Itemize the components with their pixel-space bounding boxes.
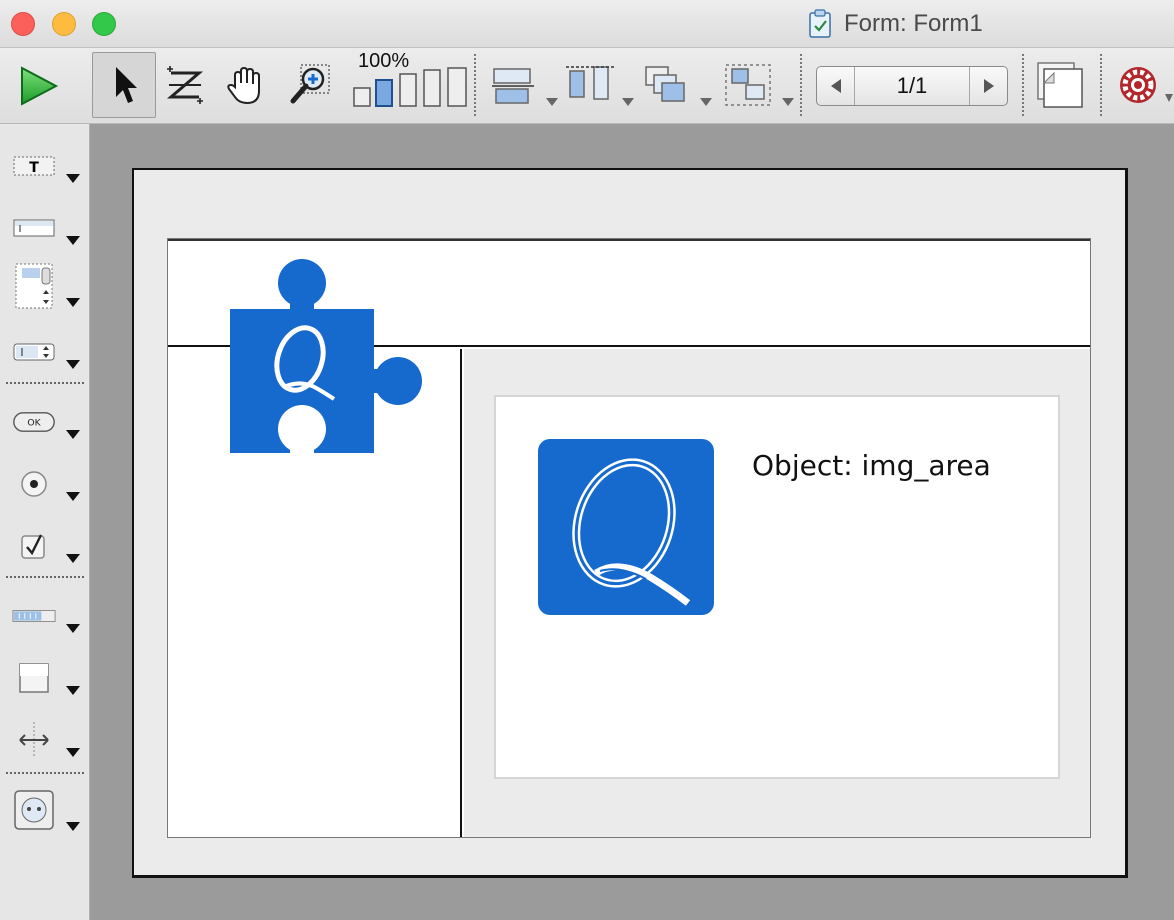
entry-order-icon bbox=[166, 66, 204, 104]
form-right-pane[interactable]: Object: img_area bbox=[464, 349, 1090, 837]
list-box-icon bbox=[15, 263, 53, 309]
layer-order-button[interactable] bbox=[638, 56, 694, 114]
checkbox-icon bbox=[21, 534, 45, 559]
button-tool[interactable]: OK bbox=[8, 390, 84, 446]
rectangle-icon bbox=[19, 663, 49, 693]
web-area-tool[interactable] bbox=[8, 782, 84, 838]
puzzle-logo-icon[interactable] bbox=[230, 259, 426, 453]
stepper-icon bbox=[13, 343, 55, 361]
text-icon: T bbox=[13, 156, 55, 176]
hand-scroll-button[interactable] bbox=[220, 56, 270, 114]
select-tool-button[interactable] bbox=[92, 52, 156, 118]
window-title-text: Form: Form1 bbox=[844, 10, 983, 37]
group-button[interactable] bbox=[718, 56, 778, 114]
q-logo-tile bbox=[538, 439, 714, 615]
form-editor-toolbar: 100% 1/1 bbox=[0, 48, 1174, 124]
pages-button[interactable] bbox=[1032, 56, 1088, 114]
form-layout-area: Object: img_area bbox=[167, 238, 1091, 838]
window-title-bar: Form: Form1 bbox=[0, 0, 1174, 48]
zoom-magnifier-icon bbox=[290, 64, 330, 104]
window-title: Form: Form1 bbox=[808, 8, 983, 40]
run-form-button[interactable] bbox=[8, 56, 68, 116]
progress-bar-tool[interactable] bbox=[8, 584, 84, 640]
pages-icon bbox=[1037, 62, 1083, 108]
img-area-object[interactable]: Object: img_area bbox=[494, 395, 1060, 779]
next-page-icon bbox=[983, 79, 994, 93]
stepper-tool[interactable] bbox=[8, 320, 84, 376]
button-icon: OK bbox=[13, 412, 55, 432]
input-field-icon bbox=[13, 219, 55, 237]
q-logo-icon bbox=[572, 458, 691, 606]
radio-button-tool[interactable] bbox=[8, 452, 84, 508]
previous-page-button[interactable] bbox=[817, 67, 855, 105]
minimize-window-button[interactable] bbox=[52, 12, 76, 36]
align-icon bbox=[492, 68, 534, 104]
input-field-tool[interactable] bbox=[8, 196, 84, 252]
list-box-tool[interactable] bbox=[8, 258, 84, 314]
zoom-level-selector[interactable] bbox=[352, 66, 470, 110]
web-area-icon bbox=[14, 790, 54, 830]
distribute-icon bbox=[566, 66, 614, 100]
form-page: Object: img_area bbox=[132, 168, 1128, 878]
zoom-level-bars-icon bbox=[353, 67, 467, 107]
object-name-label: Object: img_area bbox=[752, 449, 991, 482]
zoom-window-button[interactable] bbox=[92, 12, 116, 36]
settings-button[interactable] bbox=[1112, 58, 1164, 112]
object-library-sidebar: T OK bbox=[0, 124, 90, 920]
zoom-tool-button[interactable] bbox=[284, 56, 334, 114]
page-navigator: 1/1 bbox=[816, 66, 1008, 106]
distribute-button[interactable] bbox=[562, 56, 618, 114]
splitter-icon bbox=[19, 722, 49, 758]
rectangle-tool[interactable] bbox=[8, 646, 84, 702]
text-tool[interactable]: T bbox=[8, 134, 84, 190]
select-arrow-icon bbox=[116, 67, 137, 103]
page-indicator: 1/1 bbox=[896, 73, 928, 98]
radio-button-icon bbox=[21, 471, 47, 497]
align-button[interactable] bbox=[488, 56, 544, 114]
layer-order-icon bbox=[645, 66, 685, 102]
group-icon bbox=[725, 64, 771, 106]
form-clipboard-icon bbox=[809, 9, 831, 38]
hand-scroll-icon bbox=[227, 66, 260, 105]
svg-text:OK: OK bbox=[27, 418, 41, 429]
entry-order-button[interactable] bbox=[160, 56, 210, 114]
previous-page-icon bbox=[830, 79, 841, 93]
next-page-button[interactable] bbox=[969, 67, 1007, 105]
splitter-tool[interactable] bbox=[8, 708, 84, 764]
close-window-button[interactable] bbox=[11, 12, 35, 36]
settings-gear-icon bbox=[1120, 67, 1156, 103]
progress-bar-icon bbox=[12, 610, 56, 622]
checkbox-tool[interactable] bbox=[8, 514, 84, 570]
run-triangle-icon bbox=[21, 66, 59, 106]
svg-text:T: T bbox=[29, 160, 39, 176]
